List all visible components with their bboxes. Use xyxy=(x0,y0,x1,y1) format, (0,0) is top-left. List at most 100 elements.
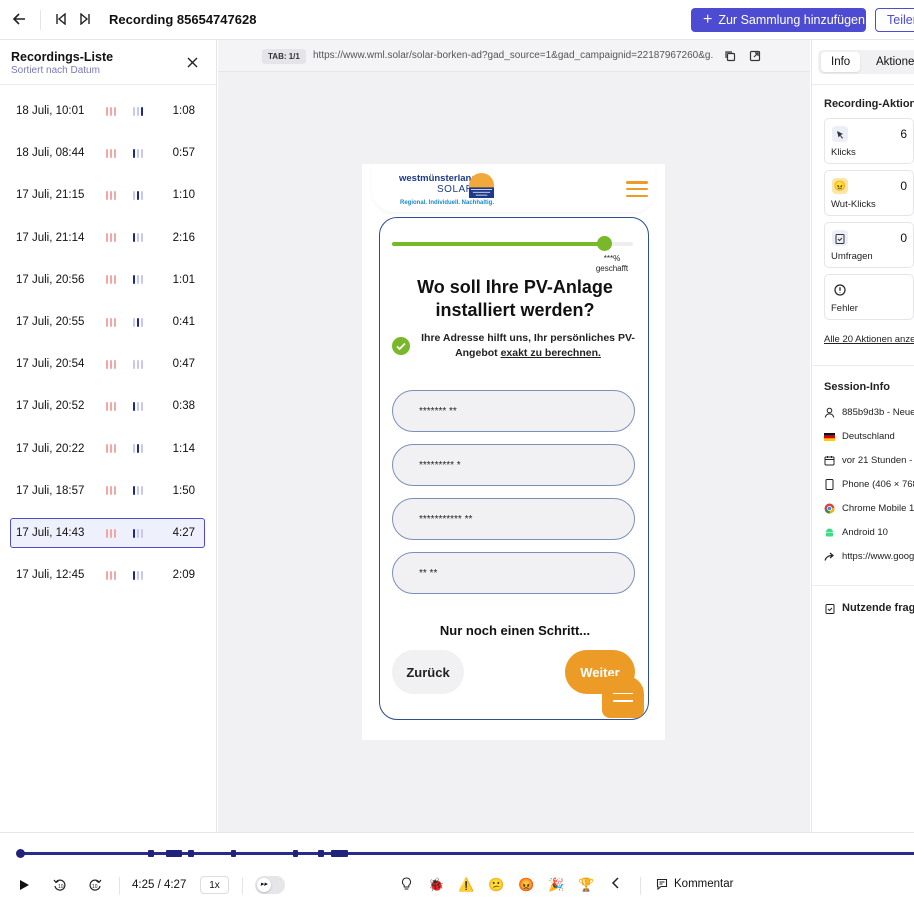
angry-face-icon[interactable]: 😡 xyxy=(518,877,534,893)
replay-viewport: westmünsterland SOLAR Regional. Individu… xyxy=(218,72,810,832)
chat-widget-icon[interactable] xyxy=(602,676,644,718)
rewind-10-icon[interactable]: 10 xyxy=(51,875,69,895)
divider xyxy=(812,84,914,85)
stat-value: 6 xyxy=(900,127,907,141)
extra-address-field[interactable]: ** ** xyxy=(392,552,635,594)
add-to-collection-button[interactable]: + Zur Sammlung hinzufügen xyxy=(691,8,866,32)
recording-item[interactable]: 17 Juli, 14:43 4:27 xyxy=(10,518,205,548)
recording-item[interactable]: 17 Juli, 20:52 0:38 xyxy=(10,391,205,421)
recording-duration: 0:57 xyxy=(172,147,195,160)
recording-item[interactable]: 17 Juli, 20:54 0:47 xyxy=(10,349,205,379)
confused-face-icon[interactable]: 😕 xyxy=(488,877,504,893)
hint-link[interactable]: exakt zu berechnen. xyxy=(501,347,601,359)
session-browser: Chrome Mobile 138 xyxy=(824,503,914,514)
session-device: Phone (406 × 768) xyxy=(824,479,914,490)
recording-duration: 2:09 xyxy=(172,569,195,582)
recording-item[interactable]: 17 Juli, 21:14 2:16 xyxy=(10,223,205,253)
play-icon[interactable] xyxy=(16,875,32,895)
player-bar: 10 10 4:25 / 4:27 1x ▸▸ 🐞 ⚠️ 😕 😡 🎉 🏆 Kom… xyxy=(0,832,914,906)
stat-label: Fehler xyxy=(831,303,858,314)
android-icon xyxy=(824,527,835,538)
activity-bars-icon xyxy=(106,486,116,496)
all-actions-link[interactable]: Alle 20 Aktionen anzeigen xyxy=(824,334,914,345)
activity-bars-icon xyxy=(106,317,116,327)
timeline-marker[interactable] xyxy=(16,849,25,858)
user-icon xyxy=(824,407,835,418)
timeline-marker[interactable] xyxy=(318,850,324,857)
activity-bars-icon xyxy=(106,275,116,285)
url-bar: TAB: 1/1 https://www.wml.solar/solar-bor… xyxy=(218,40,810,72)
session-user: 885b9d3b - Neuer Nutzer xyxy=(824,407,914,418)
back-button[interactable]: Zurück xyxy=(392,650,464,694)
timeline-marker[interactable] xyxy=(148,850,154,857)
hamburger-menu-icon[interactable] xyxy=(626,181,648,197)
activity-bars-icon xyxy=(106,148,116,158)
recording-item[interactable]: 18 Juli, 10:01 1:08 xyxy=(10,96,205,126)
stat-rage-clicks[interactable]: 😠 0 Wut-Klicks xyxy=(824,170,914,216)
party-popper-icon[interactable]: 🎉 xyxy=(548,877,564,893)
bug-icon[interactable]: 🐞 xyxy=(428,877,444,893)
activity-bars-icon xyxy=(133,148,143,158)
stat-surveys[interactable]: 0 Umfragen xyxy=(824,222,914,268)
svg-text:10: 10 xyxy=(58,884,64,890)
activity-bars-icon xyxy=(133,106,143,116)
tab-actions[interactable]: Aktionen xyxy=(866,52,914,72)
stat-errors[interactable]: Fehler xyxy=(824,274,914,320)
next-recording-icon[interactable] xyxy=(76,9,94,29)
alert-circle-icon xyxy=(832,282,848,298)
recording-item[interactable]: 18 Juli, 08:44 0:57 xyxy=(10,138,205,168)
activity-bars-icon xyxy=(133,486,143,496)
germany-flag-icon xyxy=(824,431,835,442)
postal-city-field[interactable]: *********** ** xyxy=(392,498,635,540)
lightbulb-icon[interactable] xyxy=(398,877,414,893)
activity-bars-icon xyxy=(133,528,143,538)
activity-bars-icon xyxy=(133,570,143,580)
progress-fill xyxy=(392,242,605,246)
house-number-field[interactable]: ********* * xyxy=(392,444,635,486)
speed-button[interactable]: 1x xyxy=(200,876,229,894)
street-field[interactable]: ******* ** xyxy=(392,390,635,432)
recording-item[interactable]: 17 Juli, 20:56 1:01 xyxy=(10,265,205,295)
progress-label: ***% geschafft xyxy=(595,254,629,273)
cursor-click-icon xyxy=(832,126,848,142)
timeline-marker[interactable] xyxy=(166,850,182,857)
recording-duration: 0:41 xyxy=(172,316,195,328)
tab-info[interactable]: Info xyxy=(821,52,861,72)
recording-date: 17 Juli, 20:22 xyxy=(16,442,85,455)
recording-date: 17 Juli, 21:15 xyxy=(16,189,85,202)
chevron-left-icon[interactable] xyxy=(608,877,624,893)
recording-item[interactable]: 17 Juli, 12:45 2:09 xyxy=(10,560,205,590)
recordings-list-title: Recordings-Liste xyxy=(11,50,114,64)
recording-duration: 1:50 xyxy=(172,484,195,497)
external-link-icon[interactable] xyxy=(748,49,762,63)
stat-label: Umfragen xyxy=(831,251,873,262)
session-country: Deutschland xyxy=(824,431,895,442)
calendar-icon xyxy=(824,455,835,466)
warning-icon[interactable]: ⚠️ xyxy=(458,877,474,893)
recording-item[interactable]: 17 Juli, 20:55 0:41 xyxy=(10,307,205,337)
stat-clicks[interactable]: 6 Klicks xyxy=(824,118,914,164)
timeline-marker[interactable] xyxy=(293,850,298,857)
skip-inactivity-toggle[interactable]: ▸▸ xyxy=(255,876,285,894)
recording-item[interactable]: 17 Juli, 21:15 1:10 xyxy=(10,180,205,210)
share-button[interactable]: Teilen xyxy=(875,8,914,32)
form-card: ***% geschafft Wo soll Ihre PV-Anlage in… xyxy=(379,217,649,720)
trophy-icon[interactable]: 🏆 xyxy=(578,877,594,893)
page-url: https://www.wml.solar/solar-borken-ad?ga… xyxy=(313,50,713,61)
comment-button[interactable]: Kommentar xyxy=(656,878,733,890)
feedback-section[interactable]: Nutzende fragen xyxy=(824,602,914,614)
timeline-marker[interactable] xyxy=(231,850,236,857)
timeline-marker[interactable] xyxy=(188,850,194,857)
close-icon[interactable] xyxy=(184,54,200,70)
recording-item[interactable]: 17 Juli, 20:22 1:14 xyxy=(10,434,205,464)
activity-bars-icon xyxy=(106,190,116,200)
divider xyxy=(40,10,41,30)
previous-recording-icon[interactable] xyxy=(52,9,70,29)
timeline-marker[interactable] xyxy=(331,850,348,857)
activity-bars-icon xyxy=(106,106,116,116)
recording-item[interactable]: 17 Juli, 18:57 1:50 xyxy=(10,476,205,506)
back-arrow-icon[interactable] xyxy=(8,8,30,30)
forward-10-icon[interactable]: 10 xyxy=(86,875,104,895)
stat-label: Klicks xyxy=(831,147,856,158)
copy-icon[interactable] xyxy=(723,49,737,63)
